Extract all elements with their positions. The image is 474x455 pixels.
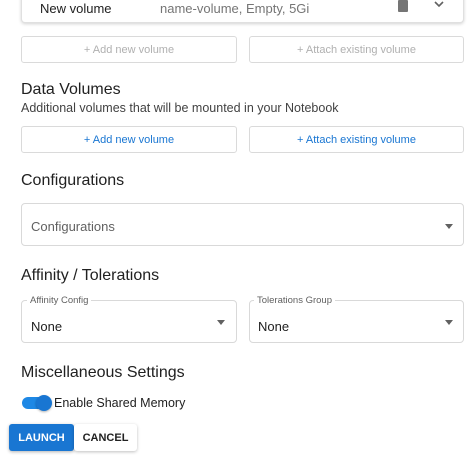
- data-volumes-title: Data Volumes: [21, 81, 121, 98]
- tolerations-group-value: None: [258, 319, 290, 334]
- configurations-select[interactable]: Configurations: [21, 203, 464, 246]
- tolerations-group-label: Tolerations Group: [254, 295, 335, 306]
- shared-memory-label: Enable Shared Memory: [54, 396, 186, 410]
- caret-down-icon: [217, 320, 225, 325]
- caret-down-icon: [445, 320, 453, 325]
- data-attach-existing-volume-button[interactable]: + Attach existing volume: [249, 126, 464, 153]
- workspace-volume-panel[interactable]: New volume name-volume, Empty, 5Gi: [21, 0, 464, 23]
- configurations-placeholder: Configurations: [31, 219, 115, 234]
- tolerations-group-select[interactable]: None: [249, 300, 464, 343]
- trash-icon[interactable]: [398, 0, 408, 12]
- chevron-down-icon[interactable]: [432, 0, 446, 11]
- launch-button[interactable]: LAUNCH: [9, 424, 74, 451]
- affinity-tolerations-title: Affinity / Tolerations: [21, 267, 160, 284]
- toggle-thumb: [36, 395, 52, 411]
- workspace-attach-existing-volume-button[interactable]: + Attach existing volume: [249, 36, 464, 63]
- misc-settings-title: Miscellaneous Settings: [21, 364, 185, 381]
- cancel-button[interactable]: CANCEL: [74, 424, 137, 451]
- workspace-volume-summary: name-volume, Empty, 5Gi: [160, 1, 310, 16]
- notebook-form: New volume name-volume, Empty, 5Gi + Add…: [0, 0, 474, 455]
- data-add-new-volume-button[interactable]: + Add new volume: [21, 126, 237, 153]
- workspace-volume-name: New volume: [40, 1, 112, 16]
- shared-memory-toggle[interactable]: [22, 395, 52, 411]
- caret-down-icon: [445, 224, 453, 229]
- configurations-title: Configurations: [21, 172, 125, 189]
- data-volumes-subtitle: Additional volumes that will be mounted …: [21, 101, 339, 115]
- workspace-add-new-volume-button[interactable]: + Add new volume: [21, 36, 237, 63]
- affinity-config-label: Affinity Config: [27, 295, 92, 306]
- affinity-config-select[interactable]: None: [21, 300, 237, 343]
- affinity-config-value: None: [31, 319, 63, 334]
